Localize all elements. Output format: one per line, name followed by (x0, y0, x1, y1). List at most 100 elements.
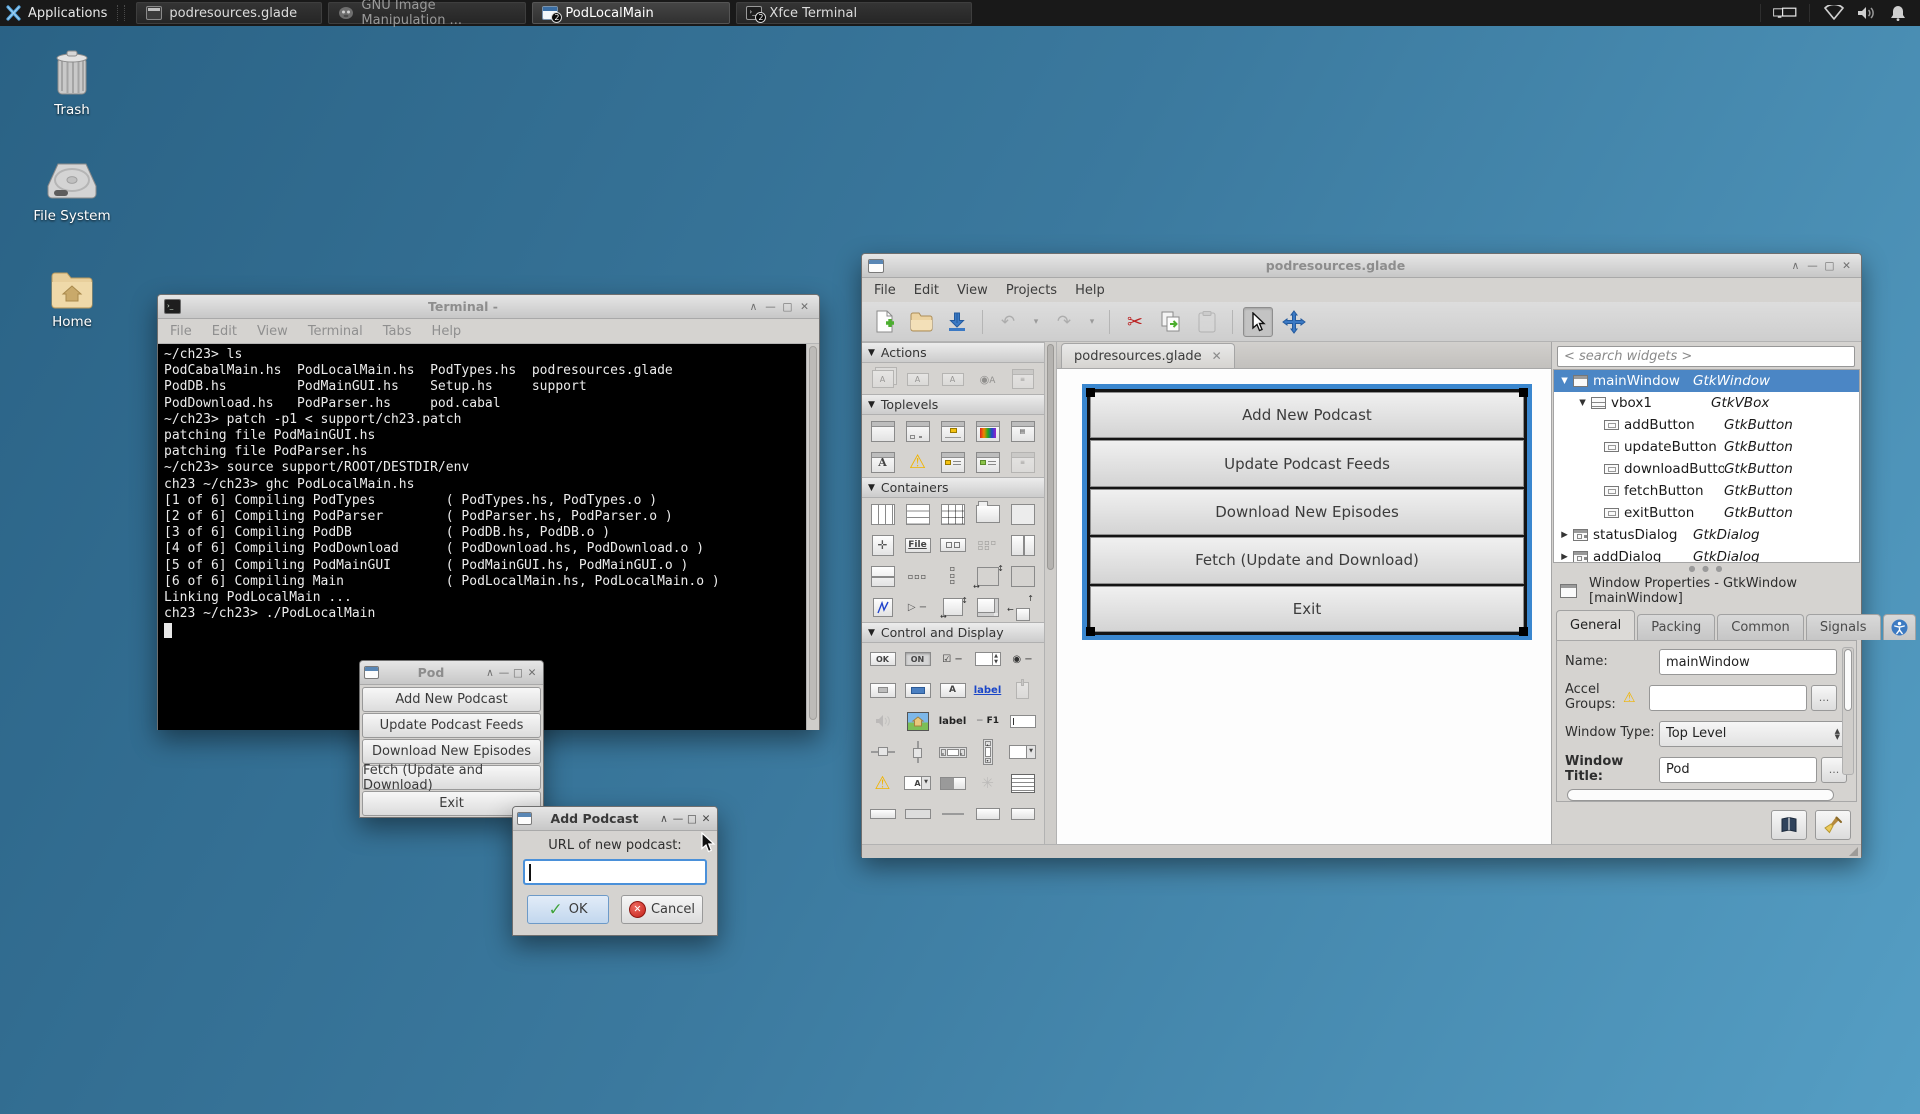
tree-row-exitbutton[interactable]: exitButtonGtkButton (1554, 502, 1859, 524)
shade-button[interactable]: ∧ (483, 667, 497, 679)
maximize-button[interactable]: □ (1821, 260, 1838, 272)
cancel-button[interactable]: ✕Cancel (621, 895, 703, 924)
palette-switch[interactable] (935, 769, 970, 797)
palette-warning-dialog[interactable]: ⚠ (900, 448, 935, 476)
tab-packing[interactable]: Packing (1637, 614, 1715, 640)
selection-handle[interactable] (1519, 388, 1528, 397)
undo-dropdown-icon[interactable]: ▾ (1029, 307, 1043, 337)
design-fetch-button[interactable]: Fetch (Update and Download) (1090, 537, 1524, 583)
volume-icon[interactable] (1854, 3, 1878, 23)
window-title-input[interactable] (1659, 757, 1817, 783)
palette-window[interactable] (865, 417, 900, 445)
palette-entry[interactable] (1005, 707, 1040, 735)
desktop-icon-filesystem[interactable]: File System (17, 158, 127, 224)
panel-splitter[interactable]: ● ● ● (1552, 563, 1861, 574)
palette-expander[interactable]: ▷ − (900, 593, 935, 621)
minimize-button[interactable]: — (671, 813, 685, 825)
menu-edit[interactable]: Edit (212, 324, 237, 339)
palette-accellabel[interactable]: − F1 (970, 707, 1005, 735)
canvas-surface[interactable]: Add New Podcast Update Podcast Feeds Dow… (1057, 369, 1551, 844)
shade-button[interactable]: ∧ (745, 301, 762, 313)
maximize-button[interactable]: □ (779, 301, 796, 313)
palette-curve[interactable] (865, 593, 900, 621)
expander-down-icon[interactable]: ▼ (1558, 376, 1571, 386)
maximize-button[interactable]: □ (685, 813, 699, 825)
tree-row-updatebutton[interactable]: updateButtonGtkButton (1554, 436, 1859, 458)
network-icon[interactable] (1822, 3, 1846, 23)
window-type-select[interactable]: Top Level▲▼ (1659, 721, 1847, 747)
palette-menubar[interactable]: File (900, 531, 935, 559)
notifications-icon[interactable] (1886, 3, 1910, 23)
palette-iconview[interactable] (1005, 800, 1040, 828)
palette-treeview[interactable] (970, 800, 1005, 828)
resize-grip[interactable] (1849, 847, 1858, 856)
search-widgets-input[interactable] (1557, 346, 1855, 367)
menu-file[interactable]: File (874, 283, 896, 298)
expander-right-icon[interactable]: ▶ (1558, 552, 1571, 562)
menu-view[interactable]: View (957, 283, 988, 298)
docs-button[interactable] (1771, 810, 1807, 840)
tree-row-downloadbutton[interactable]: downloadButtonGtkButton (1554, 458, 1859, 480)
palette-recent-action[interactable]: ≡ (1005, 365, 1040, 393)
palette-textview[interactable] (1005, 769, 1040, 797)
palette-message-dialog[interactable] (935, 417, 970, 445)
palette-section-toplevels[interactable]: ▼Toplevels (862, 394, 1044, 415)
palette-alignment[interactable]: ✛ (865, 531, 900, 559)
palette-hpaned[interactable] (1005, 531, 1040, 559)
palette-file-chooser-dialog[interactable]: ▤ (1005, 417, 1040, 445)
close-button[interactable]: ✕ (699, 813, 713, 825)
add-new-podcast-button[interactable]: Add New Podcast (362, 687, 541, 712)
update-podcast-feeds-button[interactable]: Update Podcast Feeds (362, 713, 541, 738)
palette-input-dialog[interactable] (935, 448, 970, 476)
selection-handle[interactable] (1519, 627, 1528, 636)
ok-button[interactable]: ✓OK (527, 895, 609, 924)
minimize-button[interactable]: — (1804, 260, 1821, 272)
palette-combobox[interactable]: ▼ (1005, 738, 1040, 766)
palette-fontbutton[interactable]: A (935, 676, 970, 704)
download-new-episodes-button[interactable]: Download New Episodes (362, 739, 541, 764)
selection-handle[interactable] (1086, 388, 1095, 397)
taskbar-item-glade[interactable]: podresources.glade (136, 2, 322, 24)
palette-vbuttonbox[interactable]: ▫▫▫ (935, 562, 970, 590)
palette-hscale[interactable] (865, 738, 900, 766)
fetch-button[interactable]: Fetch (Update and Download) (362, 765, 541, 790)
save-icon[interactable] (942, 307, 972, 337)
menu-tabs[interactable]: Tabs (383, 324, 412, 339)
menu-help[interactable]: Help (1075, 283, 1105, 298)
palette-color-selection-dialog[interactable] (970, 417, 1005, 445)
tree-row-fetchbutton[interactable]: fetchButtonGtkButton (1554, 480, 1859, 502)
tab-general[interactable]: General (1556, 610, 1635, 640)
menu-projects[interactable]: Projects (1006, 283, 1057, 298)
stepper-icons[interactable]: ▲▼ (1835, 728, 1840, 740)
url-input[interactable] (523, 859, 707, 885)
undo-icon[interactable]: ↶ (993, 307, 1023, 337)
palette-vscrollbar[interactable]: ▴▾ (970, 738, 1005, 766)
palette-spinbutton[interactable]: ▲▼ (970, 645, 1005, 673)
design-add-button[interactable]: Add New Podcast (1090, 392, 1524, 438)
shade-button[interactable]: ∧ (1787, 260, 1804, 272)
properties-hscrollbar[interactable] (1567, 789, 1834, 801)
terminal-titlebar[interactable]: ›_ Terminal - ∧ — □ ✕ (158, 295, 819, 319)
palette-volumebutton[interactable] (865, 707, 900, 735)
clear-button[interactable] (1815, 810, 1851, 840)
close-button[interactable]: ✕ (525, 667, 539, 679)
tab-close-icon[interactable]: ✕ (1212, 349, 1222, 363)
close-button[interactable]: ✕ (796, 301, 813, 313)
palette-filechooserbutton[interactable] (865, 676, 900, 704)
redo-dropdown-icon[interactable]: ▾ (1085, 307, 1099, 337)
palette-action[interactable]: A (900, 365, 935, 393)
palette-scrolledwindow[interactable] (970, 593, 1005, 621)
palette-scrollbar[interactable] (1044, 342, 1057, 844)
design-exit-button[interactable]: Exit (1090, 586, 1524, 632)
palette-table[interactable] (935, 500, 970, 528)
palette-warning[interactable]: ⚠ (865, 769, 900, 797)
tree-row-mainwindow[interactable]: ▼mainWindowGtkWindow (1554, 370, 1859, 392)
desktop-icon-home[interactable]: Home (17, 268, 127, 330)
menu-file[interactable]: File (170, 324, 192, 339)
shade-button[interactable]: ∧ (657, 813, 671, 825)
palette-colorbutton[interactable] (900, 676, 935, 704)
selection-handle[interactable] (1086, 627, 1095, 636)
accel-groups-input[interactable] (1649, 685, 1807, 711)
applications-menu[interactable]: Applications (0, 0, 117, 26)
palette-drawingarea[interactable] (1005, 562, 1040, 590)
